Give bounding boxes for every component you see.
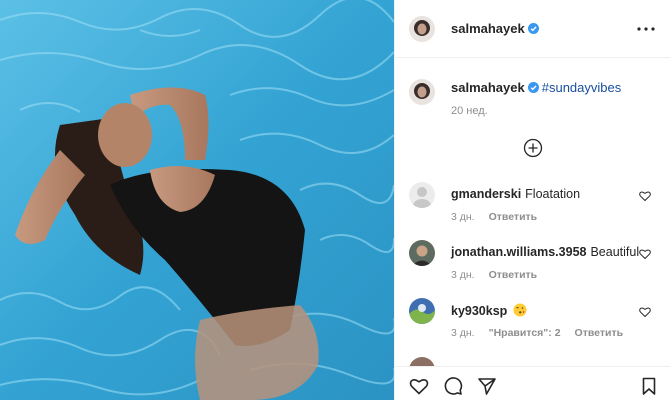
- comment-text-row: ky930ksp: [451, 303, 527, 318]
- comment-meta: 3 дн. "Нравится": 2 Ответить: [451, 327, 637, 339]
- comment-text-row: jonathan.williams.3958 Beautiful: [451, 245, 639, 259]
- photo-avatar[interactable]: [409, 298, 435, 324]
- caption-timestamp[interactable]: 20 нед.: [451, 105, 488, 117]
- pool-photo-illustration: [0, 0, 394, 400]
- reply-button[interactable]: Ответить: [575, 327, 624, 339]
- photo-avatar[interactable]: [409, 240, 435, 266]
- comment-button[interactable]: [443, 376, 463, 396]
- comment-time[interactable]: 3 дн.: [451, 269, 475, 281]
- plus-circle-icon[interactable]: [523, 138, 543, 158]
- like-button[interactable]: [409, 376, 429, 396]
- save-button[interactable]: [639, 376, 659, 396]
- heart-icon[interactable]: [639, 190, 651, 202]
- bookmark-icon: [642, 377, 656, 395]
- comment-username[interactable]: jonathan.williams.3958: [451, 245, 586, 259]
- comment-item: jonathan.williams.3958 Beautiful 3 дн. Отв…: [395, 240, 670, 296]
- author-username[interactable]: salmahayek: [451, 21, 525, 36]
- comment-text: Beautiful: [590, 245, 640, 259]
- comment-item: ky930ksp 3 дн. "Нравится": 2 Ответить: [395, 298, 670, 354]
- comment-meta: 3 дн. Ответить: [451, 211, 551, 223]
- comment-time[interactable]: 3 дн.: [451, 211, 475, 223]
- photo-avatar[interactable]: [409, 357, 435, 366]
- heart-icon: [409, 379, 429, 395]
- verified-badge-icon: [527, 23, 539, 34]
- comment-text-row: gmanderski Floatation: [451, 187, 580, 201]
- author-avatar[interactable]: [409, 16, 435, 42]
- verified-badge-icon: [527, 82, 539, 93]
- instagram-post-modal: salmahayek salmahayek #sundayvibes 20 нед…: [0, 0, 670, 400]
- comment-item-cutoff: [395, 356, 670, 366]
- comment-time[interactable]: 3 дн.: [451, 327, 475, 339]
- post-action-bar: [395, 366, 670, 400]
- post-photo[interactable]: [0, 0, 394, 400]
- caption-hashtag[interactable]: #sundayvibes: [542, 80, 622, 95]
- caption-author-avatar[interactable]: [409, 79, 435, 105]
- more-options-icon[interactable]: [635, 24, 657, 34]
- comment-username[interactable]: ky930ksp: [451, 304, 507, 318]
- post-side-panel: salmahayek salmahayek #sundayvibes 20 нед…: [394, 0, 670, 400]
- paper-plane-icon: [478, 378, 496, 395]
- comment-item: gmanderski Floatation 3 дн. Ответить: [395, 182, 670, 238]
- heart-icon[interactable]: [639, 306, 651, 318]
- comment-likes[interactable]: "Нравится": 2: [489, 327, 561, 339]
- caption-text-row: salmahayek #sundayvibes: [451, 80, 621, 95]
- post-header: salmahayek: [395, 0, 670, 58]
- reply-button[interactable]: Ответить: [489, 269, 538, 281]
- kissing-face-emoji-icon: [513, 303, 527, 317]
- caption-username[interactable]: salmahayek: [451, 80, 525, 95]
- comment-text: Floatation: [525, 187, 581, 201]
- comment-icon: [444, 377, 463, 395]
- author-username-row[interactable]: salmahayek: [451, 21, 539, 36]
- heart-icon[interactable]: [639, 248, 651, 260]
- default-avatar[interactable]: [409, 182, 435, 208]
- reply-button[interactable]: Ответить: [489, 211, 538, 223]
- comment-username[interactable]: gmanderski: [451, 187, 521, 201]
- share-button[interactable]: [477, 376, 497, 396]
- comment-meta: 3 дн. Ответить: [451, 269, 551, 281]
